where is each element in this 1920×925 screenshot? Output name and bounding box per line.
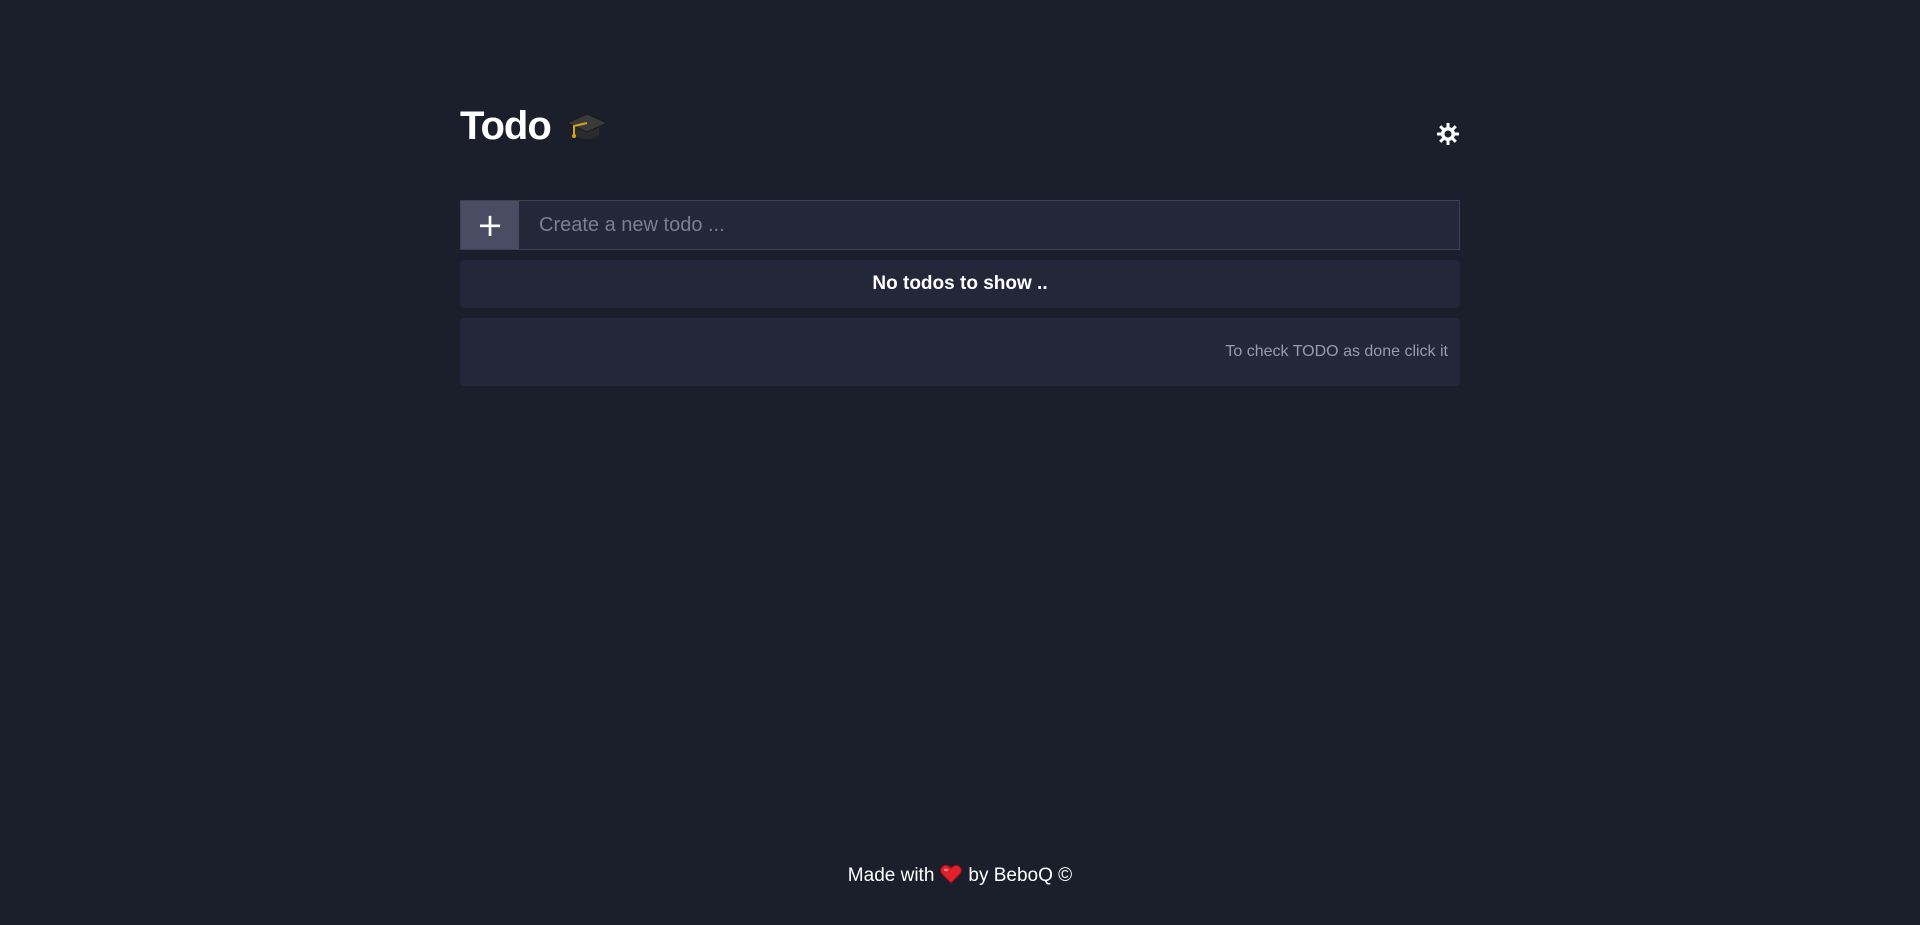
header: Todo bbox=[460, 96, 1460, 156]
footer-by: by BeboQ © bbox=[968, 865, 1073, 886]
hint-text: To check TODO as done click it bbox=[1225, 343, 1448, 360]
new-todo-bar: + bbox=[460, 200, 1460, 250]
empty-message: No todos to show .. bbox=[872, 273, 1048, 294]
title-wrap: Todo bbox=[460, 104, 609, 149]
page-title: Todo bbox=[460, 104, 552, 148]
todo-app: Todo + Create a new todo ... No todos to… bbox=[460, 0, 1460, 925]
add-todo-button[interactable]: + bbox=[461, 201, 519, 249]
hint-panel: To check TODO as done click it bbox=[460, 318, 1460, 386]
empty-state: No todos to show .. bbox=[460, 260, 1460, 308]
graduation-cap-icon bbox=[565, 109, 609, 145]
sun-icon[interactable] bbox=[1436, 122, 1460, 146]
footer-made-with: Made with bbox=[847, 865, 935, 886]
heart-icon bbox=[940, 864, 963, 884]
footer: Made with by BeboQ © bbox=[0, 864, 1920, 887]
new-todo-input[interactable] bbox=[519, 201, 1459, 249]
